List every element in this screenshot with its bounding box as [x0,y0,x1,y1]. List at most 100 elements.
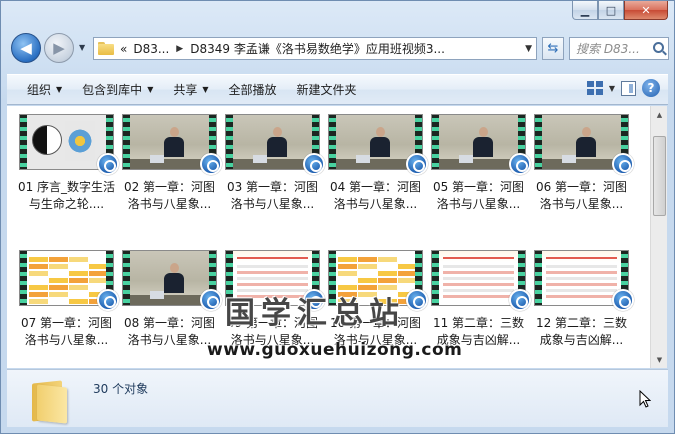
share-label: 共享 [173,83,198,97]
file-name: 08 第一章：河图洛书与八星象... [123,316,216,347]
file-name: 03 第一章：河图洛书与八星象... [226,180,319,211]
chevron-down-icon: ▼ [202,85,209,94]
video-thumbnail[interactable] [534,250,634,311]
file-name: 06 第一章：河图洛书与八星象... [535,180,628,211]
video-file-icon [97,153,119,175]
file-name: 01 序言_数字生活与生命之轮.... [17,180,116,211]
file-name: 12 第二章：三数成象与吉凶解... [535,316,628,347]
breadcrumb-item-current[interactable]: D8349 李孟谦《洛书易数绝学》应用班视频3... [190,40,445,57]
thumbnail-frame [27,115,106,169]
arrow-left-icon: ◀ [20,39,32,57]
film-strip [432,251,439,305]
maximize-button[interactable]: □ [598,1,624,20]
file-name: 04 第一章：河图洛书与八星象... [329,180,422,211]
include-in-library-menu[interactable]: 包含到库中 ▼ [72,75,163,104]
file-item[interactable]: 06 第一章：河图洛书与八星象... [530,114,634,238]
breadcrumb-item-parent[interactable]: D83... [133,42,169,56]
command-bar: 组织 ▼ 包含到库中 ▼ 共享 ▼ 全部播放 新建文件夹 ▼ ? [7,74,668,105]
view-options-icon[interactable] [586,81,603,95]
file-list-pane: 01 序言_数字生活与生命之轮.... 02 第一章：河图洛书与八星象... 03 … [7,106,650,368]
breadcrumb-overflow[interactable]: « [120,42,127,56]
video-thumbnail[interactable] [431,114,531,175]
play-all-button[interactable]: 全部播放 [219,75,287,104]
video-file-icon [509,289,531,311]
thumbnail-frame [439,251,518,305]
file-name: 05 第一章：河图洛书与八星象... [432,180,525,211]
thumbnail-frame [233,115,312,169]
address-bar[interactable]: « D83... ▶ D8349 李孟谦《洛书易数绝学》应用班视频3... ▼ [93,37,537,60]
forward-button[interactable]: ▶ [44,33,74,63]
navigation-bar: ◀ ▶ ▼ « D83... ▶ D8349 李孟谦《洛书易数绝学》应用班视频3… [7,31,669,65]
film-strip [123,115,130,169]
thumbnail-frame [542,251,621,305]
play-all-label: 全部播放 [228,83,277,97]
video-file-icon [612,153,634,175]
arrow-right-icon: ▶ [53,39,65,57]
video-thumbnail[interactable] [431,250,531,311]
file-item[interactable]: 04 第一章：河图洛书与八星象... [324,114,428,238]
chevron-down-icon: ▼ [56,85,63,94]
search-input[interactable]: 搜索 D83... [569,37,669,60]
video-thumbnail[interactable] [19,114,119,175]
new-folder-button[interactable]: 新建文件夹 [287,75,367,104]
help-icon[interactable]: ? [642,79,660,97]
file-name: 02 第一章：河图洛书与八星象... [123,180,216,211]
thumbnail-frame [27,251,106,305]
film-strip [226,115,233,169]
file-item[interactable]: 12 第二章：三数成象与吉凶解... [530,250,634,368]
folder-icon [98,42,114,55]
chevron-down-icon[interactable]: ▼ [525,44,532,54]
vertical-scrollbar[interactable]: ▲ ▼ [650,106,667,368]
scroll-thumb[interactable] [653,136,666,216]
video-file-icon [303,153,325,175]
organize-label: 组织 [27,83,52,97]
file-name: 07 第一章：河图洛书与八星象... [20,316,113,347]
film-strip [329,115,336,169]
recent-pages-dropdown[interactable]: ▼ [79,43,85,52]
mouse-pointer-icon [639,390,651,408]
search-icon[interactable] [653,42,664,53]
video-file-icon [612,289,634,311]
video-thumbnail[interactable] [534,114,634,175]
preview-pane-icon[interactable] [621,80,636,96]
video-file-icon [406,289,428,311]
thumbnail-frame [542,115,621,169]
organize-menu[interactable]: 组织 ▼ [17,75,72,104]
file-item[interactable]: 01 序言_数字生活与生命之轮.... [15,114,119,238]
chevron-right-icon[interactable]: ▶ [176,44,183,54]
close-button[interactable]: ✕ [624,1,668,20]
thumbnail-frame [130,115,209,169]
share-menu[interactable]: 共享 ▼ [163,75,218,104]
search-placeholder: 搜索 D83... [576,42,640,56]
file-item[interactable]: 03 第一章：河图洛书与八星象... [221,114,325,238]
film-strip [432,115,439,169]
video-thumbnail[interactable] [19,250,119,311]
video-thumbnail[interactable] [122,250,222,311]
video-file-icon [406,153,428,175]
refresh-button[interactable]: ⇆ [542,37,564,60]
video-thumbnail[interactable] [225,114,325,175]
file-item[interactable]: 08 第一章：河图洛书与八星象... [118,250,222,368]
film-strip [535,251,542,305]
scroll-down-icon[interactable]: ▼ [651,351,668,368]
video-thumbnail[interactable] [328,114,428,175]
refresh-icon: ⇆ [547,41,559,56]
film-strip [20,251,27,305]
watermark-url: www.guoxuehuizong.com [207,340,463,360]
explorer-window: ▁ □ ✕ ◀ ▶ ▼ « D83... ▶ D8349 李孟谦《洛书易数绝学》… [0,0,675,434]
thumbnail-frame [439,115,518,169]
thumbnail-frame [130,251,209,305]
scroll-up-icon[interactable]: ▲ [651,106,668,123]
chevron-down-icon: ▼ [147,85,154,94]
file-item[interactable]: 05 第一章：河图洛书与八星象... [427,114,531,238]
chevron-down-icon[interactable]: ▼ [609,84,615,93]
file-item[interactable]: 02 第一章：河图洛书与八星象... [118,114,222,238]
file-item[interactable]: 07 第一章：河图洛书与八星象... [15,250,119,368]
back-button[interactable]: ◀ [11,33,41,63]
details-pane: 30 个对象 [7,369,668,427]
minimize-button[interactable]: ▁ [572,1,598,20]
folder-icon [29,376,69,424]
thumbnail-frame [336,115,415,169]
video-thumbnail[interactable] [122,114,222,175]
item-count: 30 个对象 [93,382,149,396]
